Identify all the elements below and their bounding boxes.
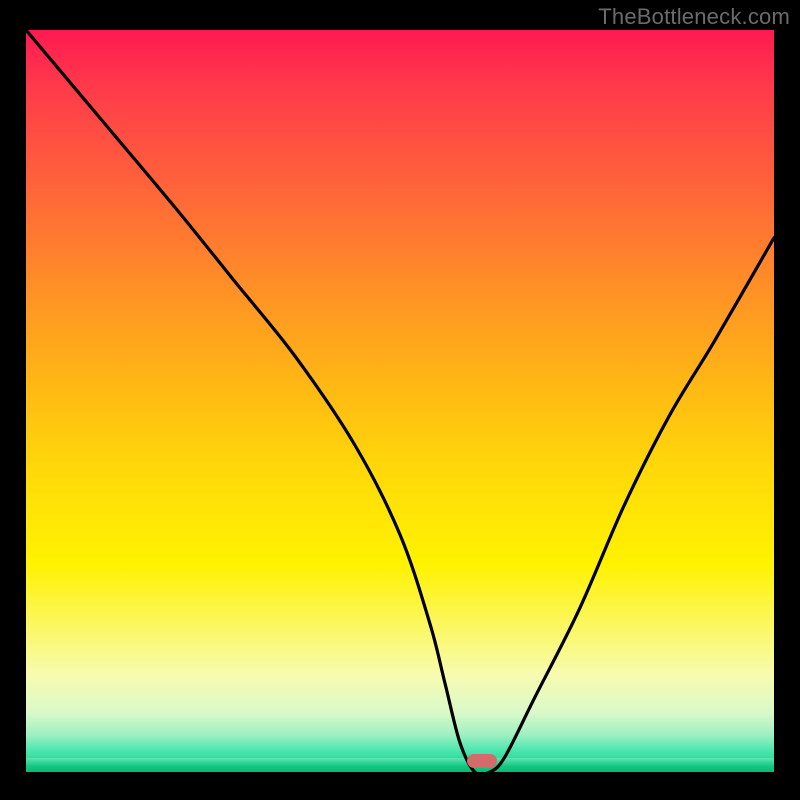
attribution-label: TheBottleneck.com [598,4,790,30]
plot-area [26,30,774,772]
bottleneck-curve [26,30,774,772]
optimum-marker [467,754,497,768]
chart-frame: TheBottleneck.com [0,0,800,800]
